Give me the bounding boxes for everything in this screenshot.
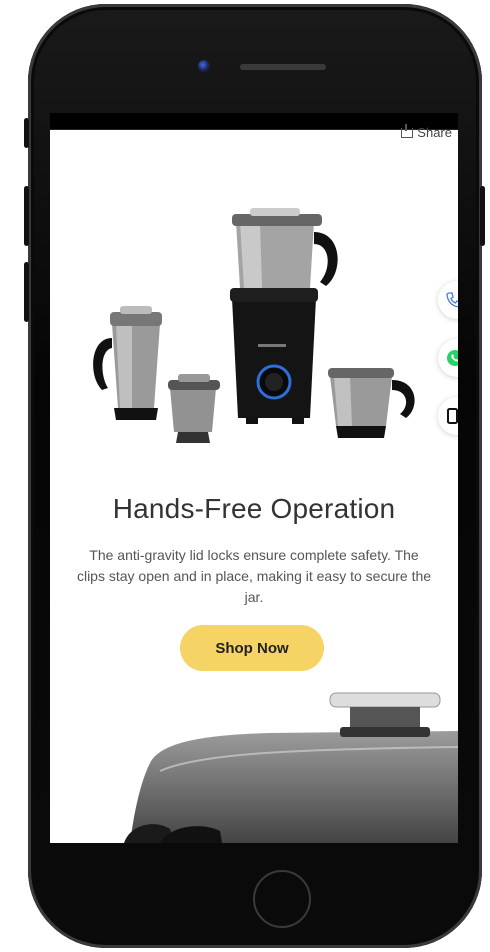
feature-description: The anti-gravity lid locks ensure comple… xyxy=(76,547,432,605)
mute-switch xyxy=(24,118,29,148)
phone-icon xyxy=(446,292,458,308)
top-jar xyxy=(232,208,338,288)
cooker-lid-image xyxy=(124,692,458,843)
shop-now-button[interactable]: Shop Now xyxy=(180,625,324,671)
share-label: Share xyxy=(417,125,452,140)
mobile-icon xyxy=(447,408,458,424)
feature-title: Hands-Free Operation xyxy=(112,493,396,524)
call-button[interactable] xyxy=(438,281,458,319)
right-jar xyxy=(328,368,415,438)
share-button[interactable]: Share xyxy=(401,123,452,140)
mixer-grinder-product-image xyxy=(93,208,415,443)
earpiece-speaker xyxy=(240,64,326,70)
motor-unit xyxy=(230,288,318,424)
chopper-jar xyxy=(168,374,220,443)
phone-screen: Share Hands-Free Operation The anti-grav… xyxy=(50,113,458,843)
top-bar xyxy=(50,113,458,130)
whatsapp-icon xyxy=(447,350,458,366)
volume-up-button xyxy=(24,186,29,246)
volume-down-button xyxy=(24,262,29,322)
share-icon xyxy=(401,123,414,138)
whatsapp-button[interactable] xyxy=(438,339,458,377)
front-camera-icon xyxy=(198,60,210,72)
power-button xyxy=(480,186,485,246)
left-jar xyxy=(93,306,162,420)
home-button[interactable] xyxy=(253,870,311,928)
mobile-button[interactable] xyxy=(438,397,458,435)
